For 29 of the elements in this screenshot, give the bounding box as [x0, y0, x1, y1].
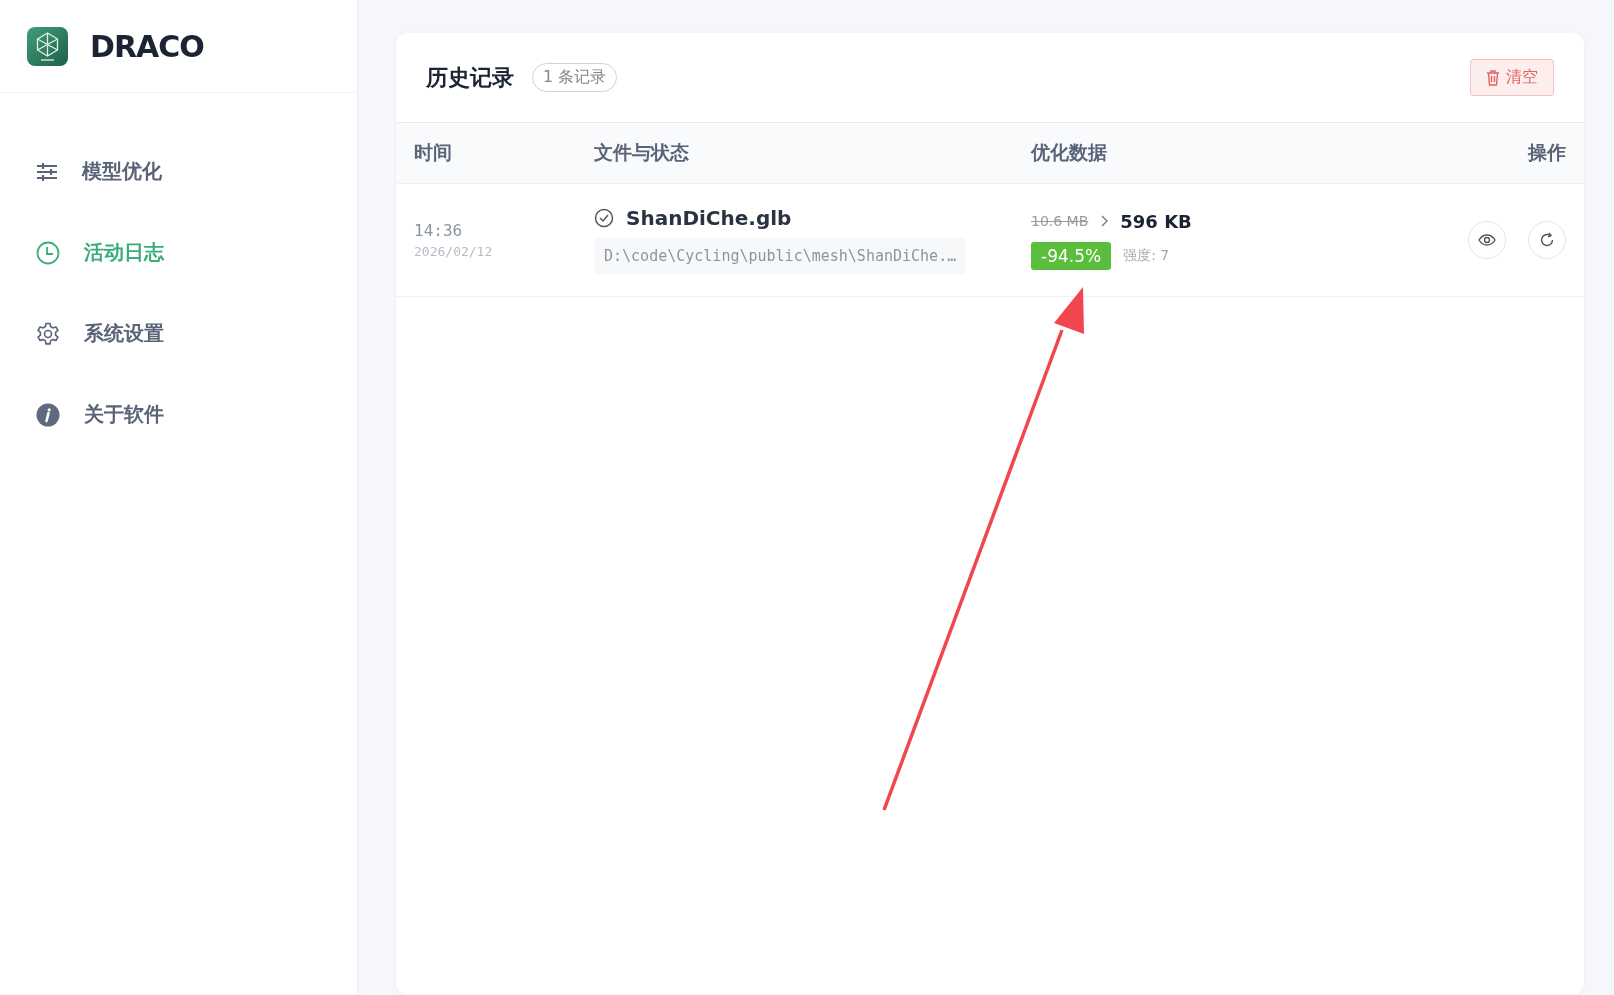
refresh-button[interactable] [1528, 221, 1566, 259]
chevron-right-icon [1100, 215, 1109, 227]
sliders-icon [36, 160, 58, 183]
sidebar-item[interactable]: 系统设置 [0, 311, 357, 356]
logo-icon [27, 26, 68, 66]
column-header: 文件与状态 [594, 140, 690, 165]
reduction-tag: -94.5% [1031, 241, 1112, 270]
panel-title: 历史记录 [426, 63, 514, 92]
refresh-icon [1539, 232, 1555, 248]
column-header: 优化数据 [1031, 140, 1108, 165]
clear-button[interactable]: 清空 [1470, 59, 1554, 96]
sidebar-item[interactable]: 关于软件 [0, 392, 357, 437]
clock-icon [36, 240, 60, 265]
trash-icon [1486, 69, 1500, 86]
file-name: ShanDiChe.glb [626, 206, 792, 230]
time-text: 14:36 [414, 221, 464, 240]
app-name: DRACO [90, 28, 204, 64]
original-size: 10.6 MB [1031, 213, 1089, 229]
info-icon [36, 402, 60, 427]
view-button[interactable] [1468, 221, 1506, 259]
optimized-size: 596 KB [1120, 210, 1192, 232]
sidebar-item[interactable]: 模型优化 [0, 149, 357, 194]
file-path: D:\code\Cycling\public\mesh\ShanDiChe.… [594, 238, 967, 274]
date-text: 2026/02/12 [414, 244, 494, 259]
strength-text: 强度: 7 [1123, 246, 1170, 265]
settings-icon [36, 321, 60, 346]
column-header: 操作 [1528, 140, 1566, 165]
eye-icon [1478, 234, 1496, 246]
column-header: 时间 [414, 140, 453, 165]
